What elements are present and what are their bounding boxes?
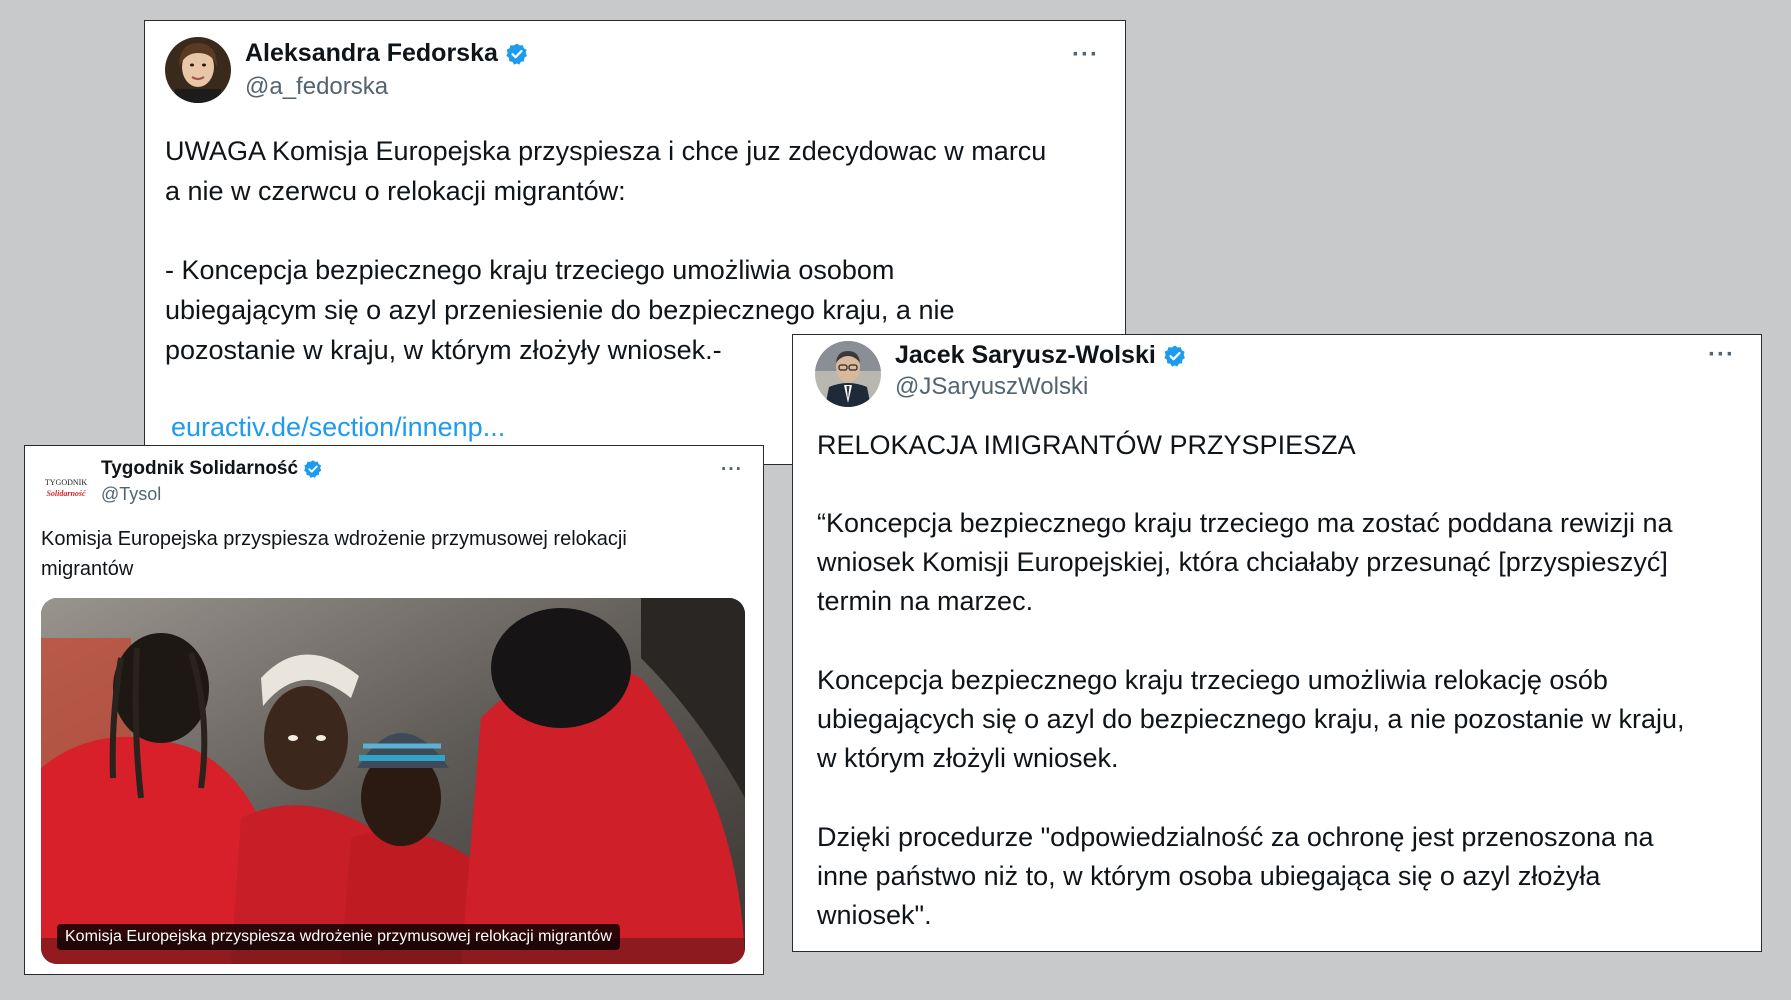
tweet-text-line: UWAGA Komisja Europejska przyspiesza i c… [165, 136, 1047, 166]
tweet-link[interactable]: euractiv.de/section/innenp... [171, 407, 505, 447]
tweet-text-line: a nie w czerwcu o relokacji migrantów: [165, 176, 626, 206]
tweet-text-line: “Koncepcja bezpiecznego kraju trzeciego … [817, 508, 1673, 538]
author-name[interactable]: Jacek Saryusz-Wolski [895, 341, 1187, 370]
tweet-text-line: RELOKACJA IMIGRANTÓW PRZYSPIESZA [817, 430, 1356, 460]
tweet-media-image[interactable]: Komisja Europejska przyspiesza wdrożenie… [41, 598, 745, 964]
tweet-text-line: pozostanie w kraju, w którym złożyły wni… [165, 335, 722, 365]
tweet-text-line: migrantów [41, 558, 134, 580]
media-caption: Komisja Europejska przyspiesza wdrożenie… [57, 924, 620, 950]
svg-text:TYGODNIK: TYGODNIK [45, 478, 87, 487]
avatar[interactable] [165, 37, 231, 103]
tweet-text-line: Dzięki procedurze "odpowiedzialność za o… [817, 822, 1654, 852]
tweet-text-line: - Koncepcja bezpiecznego kraju trzeciego… [165, 255, 895, 285]
author-handle[interactable]: @a_fedorska [245, 73, 388, 101]
verified-badge-icon [304, 460, 322, 478]
tweet-text-line: wniosek". [817, 900, 932, 930]
tweet-text-line: w którym złożyli wniosek. [817, 743, 1119, 773]
tweet-text-line: Koncepcja bezpiecznego kraju trzeciego u… [817, 665, 1608, 695]
tweet-text-line: Komisja Europejska przyspiesza wdrożenie… [41, 528, 627, 550]
author-name[interactable]: Aleksandra Fedorska [245, 39, 529, 68]
author-handle[interactable]: @Tysol [101, 484, 161, 505]
more-options-icon[interactable]: ··· [1072, 43, 1099, 67]
tysol-logo[interactable]: TYGODNIK Solidarność [37, 472, 95, 504]
more-options-icon[interactable]: ··· [1708, 343, 1735, 367]
more-options-icon[interactable]: ··· [721, 460, 743, 479]
photo-migrants [41, 598, 745, 964]
avatar[interactable] [815, 341, 881, 407]
verified-badge-icon [1164, 345, 1185, 367]
tweet-card-saryusz[interactable]: Jacek Saryusz-Wolski @JSaryuszWolski ···… [792, 334, 1762, 952]
author-handle[interactable]: @JSaryuszWolski [895, 373, 1088, 401]
verified-badge-icon [506, 43, 527, 65]
tweet-text-line: wniosek Komisji Europejskiej, która chci… [817, 547, 1668, 577]
tweet-text-line: inne państwo niż to, w którym osoba ubie… [817, 861, 1601, 891]
tweet-text-line: termin na marzec. [817, 586, 1034, 616]
tweet-text-line: ubiegającym się o azyl przeniesienie do … [165, 295, 955, 325]
author-name[interactable]: Tygodnik Solidarność [101, 458, 323, 480]
tweet-card-tysol[interactable]: TYGODNIK Solidarność Tygodnik Solidarnoś… [24, 445, 764, 975]
svg-text:Solidarność: Solidarność [46, 489, 86, 498]
tweet-text-line: ubiegających się o azyl do bezpiecznego … [817, 704, 1685, 734]
